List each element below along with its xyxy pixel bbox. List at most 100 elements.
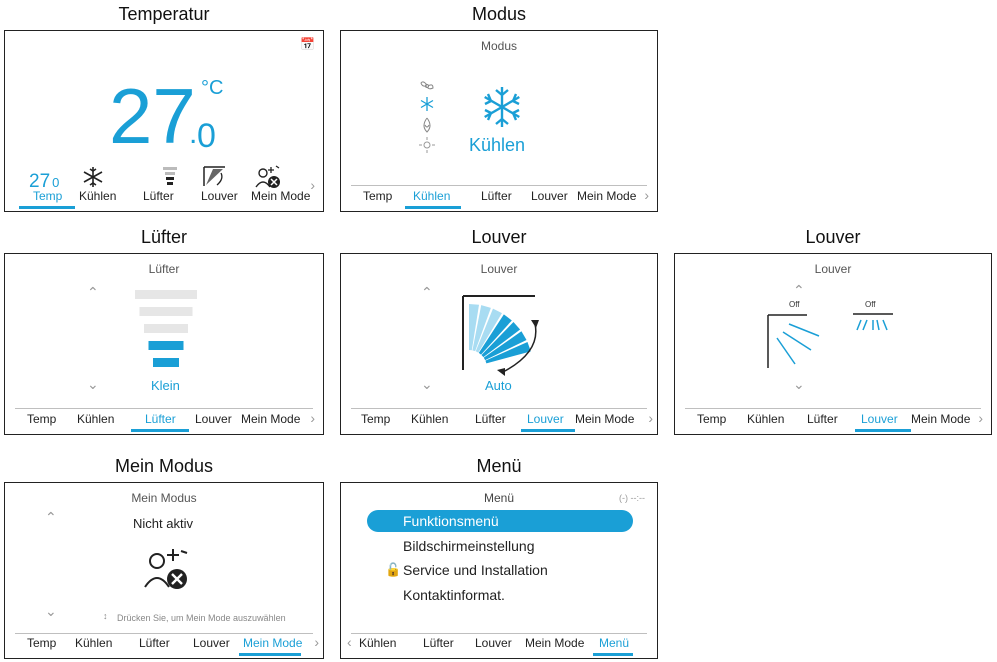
menu-item-service[interactable]: Service und Installation [403, 562, 548, 578]
nav-temp[interactable]: Temp [697, 412, 726, 426]
nav-temp[interactable]: Temp [33, 189, 62, 203]
louver-value: Auto [485, 378, 512, 393]
up-arrow-icon[interactable]: ⌃ [87, 284, 99, 301]
vertical-louver-label: Off [789, 300, 800, 309]
louver-swing-icon[interactable] [459, 294, 543, 376]
nav-luefter[interactable]: Lüfter [143, 189, 174, 203]
nav-temp[interactable]: Temp [361, 412, 390, 426]
fan-speed-icon[interactable] [163, 167, 179, 187]
fan-level-bars[interactable] [131, 290, 201, 380]
active-underline [405, 206, 461, 209]
up-arrow-icon[interactable]: ⌃ [45, 509, 57, 526]
fan-level-label: Klein [151, 378, 180, 393]
cool-mode-small-icon[interactable] [420, 97, 434, 111]
mein-mode-status: Nicht aktiv [133, 516, 193, 531]
nav-louver[interactable]: Louver [861, 412, 898, 426]
nav-kuehlen[interactable]: Kühlen [411, 412, 448, 426]
nav-louver[interactable]: Louver [531, 189, 568, 203]
down-arrow-icon[interactable]: ⌄ [421, 376, 433, 393]
nav-menu[interactable]: Menü [599, 636, 629, 650]
nav-kuehlen[interactable]: Kühlen [77, 412, 114, 426]
nav-kuehlen[interactable]: Kühlen [79, 189, 116, 203]
nav-mein-mode[interactable]: Mein Mode [243, 636, 302, 650]
dry-mode-icon[interactable] [419, 117, 435, 133]
nav-kuehlen[interactable]: Kühlen [747, 412, 784, 426]
nav-mein-mode[interactable]: Mein Mode [241, 412, 300, 426]
caption-luefter: Lüfter [140, 227, 188, 247]
louver-nav-bar: Temp Kühlen Lüfter Louver Mein Mode › [349, 410, 653, 432]
menu-item-bildschirmeinstellung[interactable]: Bildschirmeinstellung [403, 538, 535, 554]
next-chevron-icon[interactable]: › [314, 634, 319, 650]
temperature-unit: °C [201, 77, 224, 99]
next-chevron-icon[interactable]: › [310, 410, 315, 426]
nav-mein-mode[interactable]: Mein Mode [525, 636, 584, 650]
nav-luefter[interactable]: Lüfter [139, 636, 170, 650]
next-chevron-icon[interactable]: › [648, 410, 653, 426]
caption-louver-1: Louver [471, 227, 527, 247]
selected-mode-label: Kühlen [469, 135, 526, 155]
fan-mode-icon[interactable] [419, 79, 435, 93]
nav-louver[interactable]: Louver [193, 636, 230, 650]
nav-temp[interactable]: Temp [27, 636, 56, 650]
nav-louver[interactable]: Louver [527, 412, 564, 426]
active-underline [239, 653, 301, 656]
heat-mode-icon[interactable] [419, 137, 435, 153]
panel-title: Menü [483, 491, 515, 505]
nav-luefter[interactable]: Lüfter [145, 412, 176, 426]
nav-mein-mode[interactable]: Mein Mode [575, 412, 634, 426]
temperature-integer[interactable]: 27 [109, 71, 196, 161]
vertical-swing-icon[interactable] [767, 314, 827, 370]
caption-modus: Modus [471, 4, 527, 24]
panel-title: Louver [814, 262, 852, 276]
prev-chevron-icon[interactable]: ‹ [347, 634, 352, 650]
nav-mein-mode[interactable]: Mein Mode [911, 412, 970, 426]
nav-luefter[interactable]: Lüfter [807, 412, 838, 426]
menu-item-kontakt[interactable]: Kontaktinformat. [403, 587, 505, 603]
down-arrow-icon[interactable]: ⌄ [45, 603, 57, 620]
menu-screen: Menü (-) --:-- Funktionsmenü Bildschirme… [340, 482, 658, 659]
mein-mode-hint: Drücken Sie, um Mein Mode auszuwählen [117, 613, 286, 623]
fan-level-bar [148, 341, 184, 350]
mein-modus-nav-bar: Temp Kühlen Lüfter Louver Mein Mode › [13, 634, 319, 656]
snowflake-icon[interactable] [83, 167, 103, 187]
nav-temp[interactable]: Temp [27, 412, 56, 426]
menu-nav-bar: ‹ Kühlen Lüfter Louver Mein Mode Menü [347, 634, 649, 656]
nav-louver[interactable]: Louver [195, 412, 232, 426]
next-chevron-icon[interactable]: › [644, 187, 649, 203]
nav-kuehlen[interactable]: Kühlen [359, 636, 396, 650]
nav-louver[interactable]: Louver [475, 636, 512, 650]
fan-level-bar [144, 324, 188, 333]
caption-temperatur: Temperatur [118, 4, 210, 24]
luefter-nav-bar: Temp Kühlen Lüfter Louver Mein Mode › [13, 410, 315, 432]
fan-level-bar [135, 290, 197, 299]
active-underline [593, 653, 633, 656]
next-chevron-icon[interactable]: › [978, 410, 983, 426]
nav-kuehlen[interactable]: Kühlen [413, 189, 450, 203]
horizontal-swing-icon[interactable] [853, 312, 893, 334]
nav-temp[interactable]: Temp [363, 189, 392, 203]
temp-nav-bar: Temp Kühlen Lüfter Louver Mein Mode [13, 187, 315, 209]
up-arrow-icon[interactable]: ⌃ [421, 284, 433, 301]
calendar-off-icon: 📅 [300, 37, 315, 51]
nav-luefter[interactable]: Lüfter [475, 412, 506, 426]
up-arrow-icon[interactable]: ⌃ [793, 282, 805, 299]
nav-louver[interactable]: Louver [201, 189, 238, 203]
down-arrow-icon[interactable]: ⌄ [87, 376, 99, 393]
down-arrow-icon[interactable]: ⌄ [793, 376, 805, 393]
nav-luefter[interactable]: Lüfter [423, 636, 454, 650]
louver-auto-screen: Louver ⌃ ⌄ Auto Temp Kühlen Lüfter Louve… [340, 253, 658, 435]
mein-mode-off-icon[interactable] [255, 165, 281, 189]
louver-icon[interactable] [203, 165, 227, 187]
panel-title: Mein Modus [131, 491, 197, 505]
nav-kuehlen[interactable]: Kühlen [75, 636, 112, 650]
nav-mein-mode[interactable]: Mein Mode [577, 189, 636, 203]
fan-level-bar [153, 358, 179, 367]
snowflake-large-icon [484, 87, 520, 127]
nav-luefter[interactable]: Lüfter [481, 189, 512, 203]
nav-mein-mode[interactable]: Mein Mode [251, 189, 310, 203]
active-underline [521, 429, 575, 432]
active-underline [131, 429, 189, 432]
mein-modus-screen: Mein Modus ⌃ Nicht aktiv ⌄ ↕ Drücken Sie… [4, 482, 324, 659]
menu-item-funktionsmenu[interactable]: Funktionsmenü [367, 510, 633, 532]
menu-item-label: Funktionsmenü [403, 513, 499, 529]
